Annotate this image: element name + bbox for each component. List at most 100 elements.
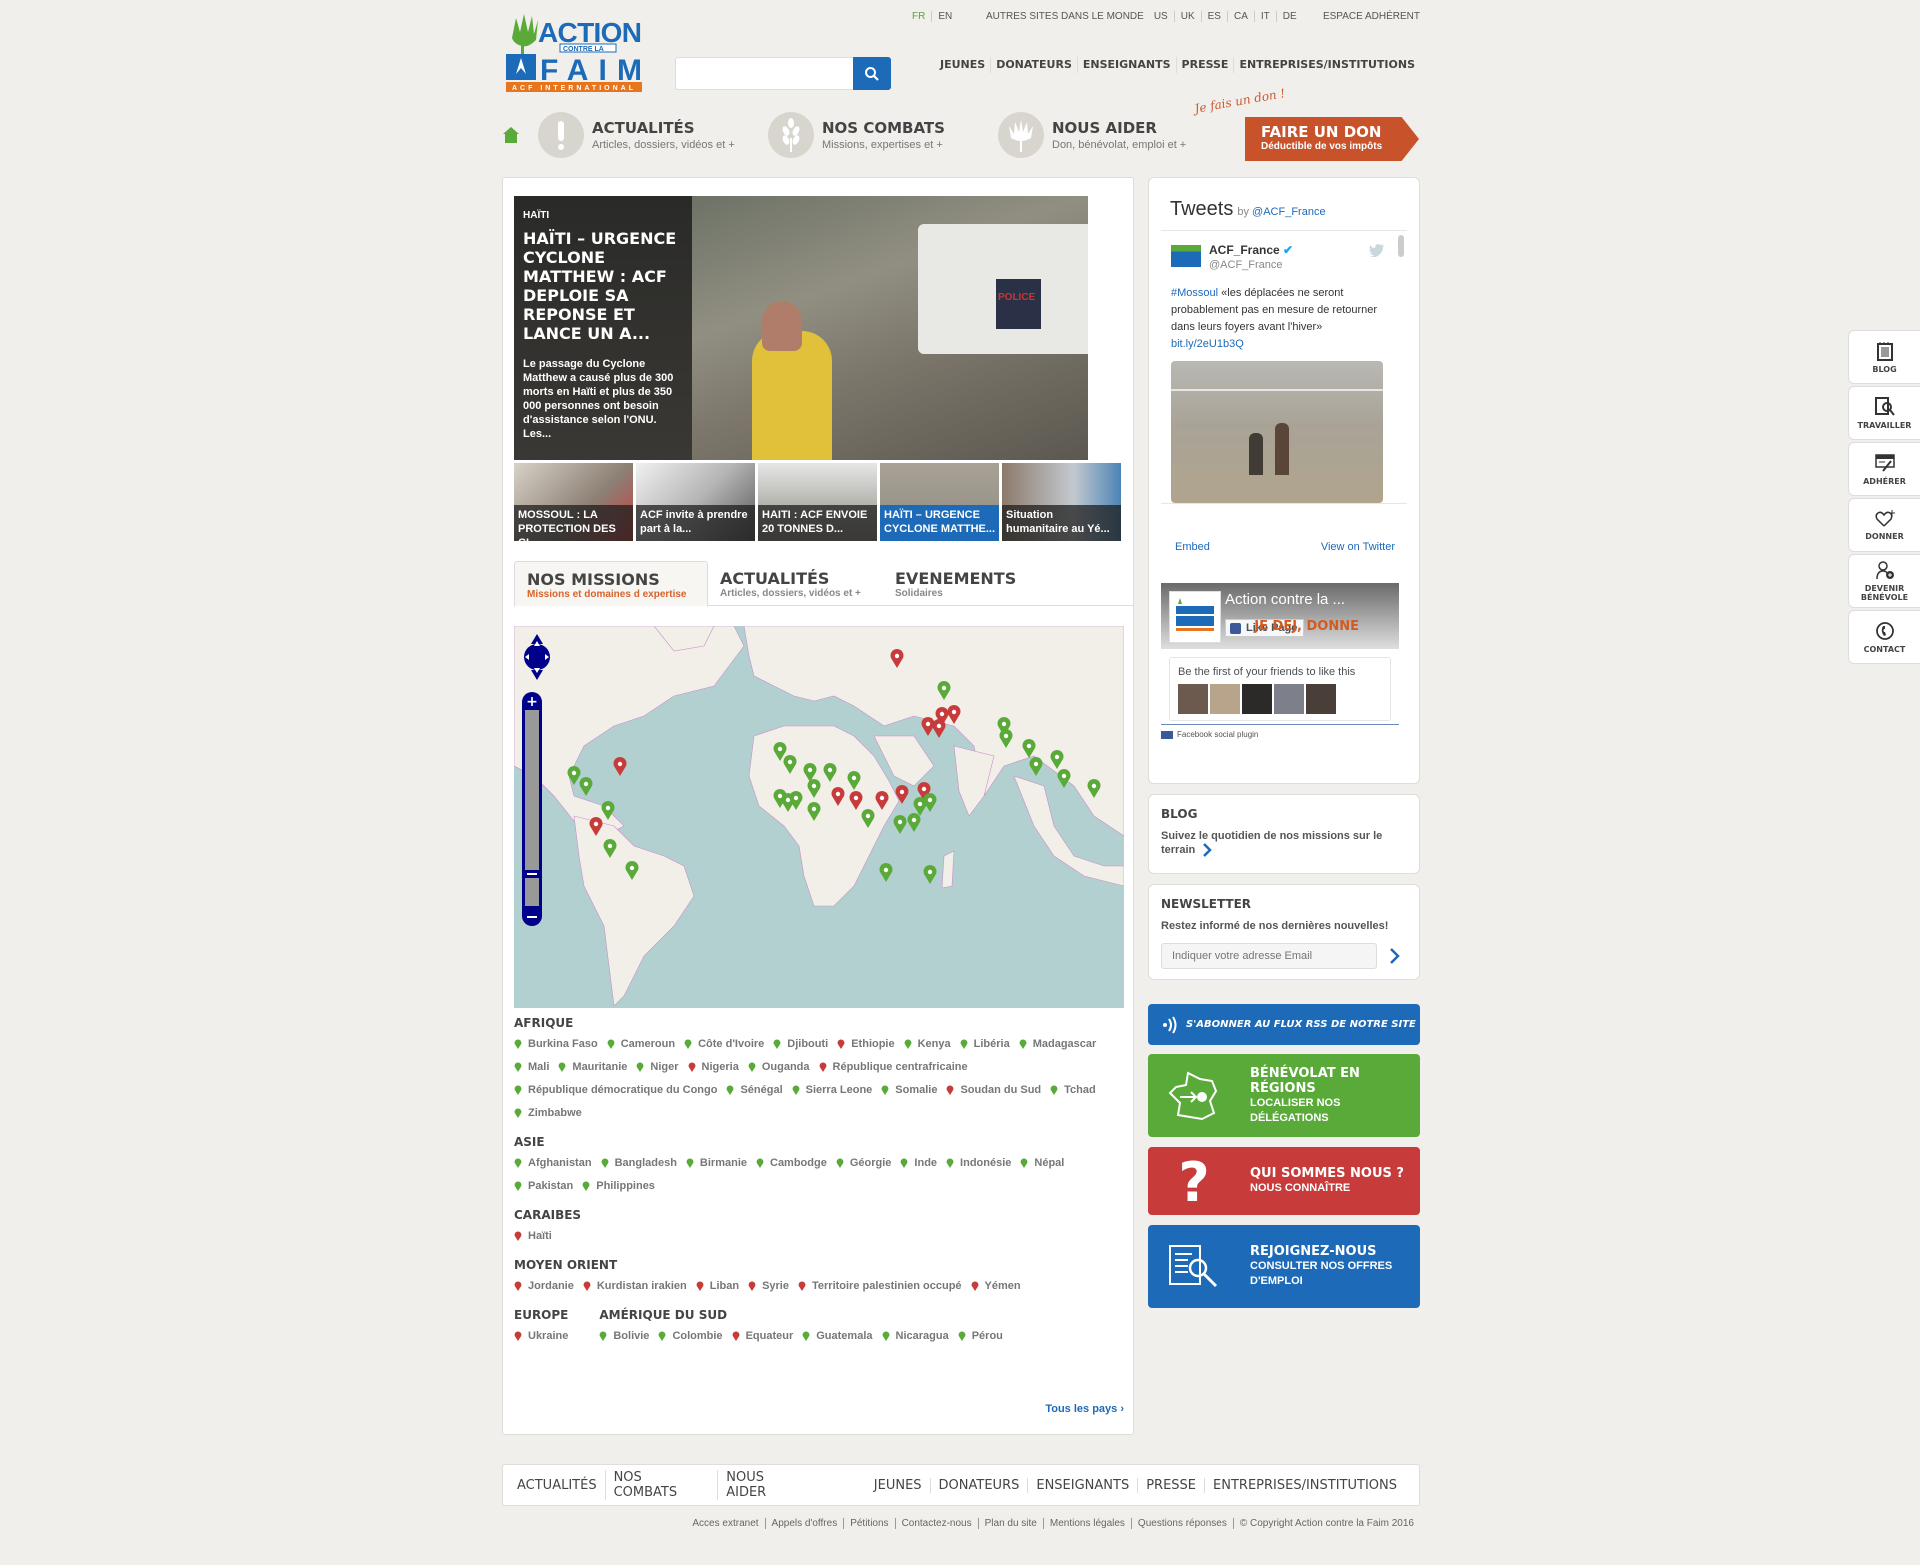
footer-link-entreprises[interactable]: ENTREPRISES/INSTITUTIONS bbox=[1204, 1477, 1405, 1493]
tweet-image[interactable] bbox=[1171, 361, 1383, 503]
country-link[interactable]: Somalie bbox=[881, 1082, 937, 1098]
country-link[interactable]: Liban bbox=[696, 1278, 739, 1294]
country-link[interactable]: Djibouti bbox=[773, 1036, 828, 1052]
country-link[interactable]: Géorgie bbox=[836, 1155, 891, 1171]
country-link[interactable]: Niger bbox=[636, 1059, 679, 1075]
qui-sommes-nous-button[interactable]: ? QUI SOMMES NOUS ? NOUS CONNAÎTRE bbox=[1148, 1147, 1420, 1215]
map-marker-emergency[interactable] bbox=[831, 787, 845, 806]
float-donner[interactable]: DONNER bbox=[1848, 498, 1920, 552]
country-link[interactable]: Bangladesh bbox=[601, 1155, 677, 1171]
chevron-right-icon[interactable] bbox=[1202, 843, 1213, 857]
map-marker-emergency[interactable] bbox=[895, 785, 909, 804]
pan-control[interactable] bbox=[520, 632, 554, 682]
country-link[interactable]: Mali bbox=[514, 1059, 549, 1075]
map-marker-mission[interactable] bbox=[1022, 739, 1036, 758]
legal-link[interactable]: Acces extranet bbox=[686, 1518, 764, 1529]
footer-link-donateurs[interactable]: DONATEURS bbox=[929, 1477, 1028, 1493]
float-travailler[interactable]: TRAVAILLER bbox=[1848, 386, 1920, 440]
home-link[interactable] bbox=[502, 126, 520, 144]
search-input[interactable] bbox=[675, 57, 853, 90]
country-link[interactable]: Mauritanie bbox=[558, 1059, 627, 1075]
thumbnail[interactable]: HAITI : ACF ENVOIE 20 TONNES D... bbox=[758, 463, 877, 541]
tweet-hashtag[interactable]: #Mossoul bbox=[1171, 287, 1218, 299]
nav-entreprises[interactable]: ENTREPRISES/INSTITUTIONS bbox=[1233, 57, 1420, 73]
country-link[interactable]: Yémen bbox=[971, 1278, 1021, 1294]
country-link[interactable]: Ouganda bbox=[748, 1059, 810, 1075]
map-marker-mission[interactable] bbox=[1057, 769, 1071, 788]
float-devenir-benevole[interactable]: DEVENIR BÉNÉVOLE bbox=[1848, 554, 1920, 608]
tab-actualites[interactable]: ACTUALITÉS Articles, dossiers, vidéos et… bbox=[708, 561, 873, 606]
map-marker-mission[interactable] bbox=[923, 865, 937, 884]
thumbnail[interactable]: ACF invite à prendre part à la... bbox=[636, 463, 755, 541]
rejoignez-nous-button[interactable]: REJOIGNEZ-NOUS CONSULTER NOS OFFRES D'EMP… bbox=[1148, 1225, 1420, 1308]
facebook-page-image[interactable] bbox=[1169, 591, 1221, 643]
float-contact[interactable]: CONTACT bbox=[1848, 610, 1920, 664]
country-link[interactable]: Territoire palestinien occupé bbox=[798, 1278, 962, 1294]
country-link[interactable]: Cambodge bbox=[756, 1155, 827, 1171]
map-marker-mission[interactable] bbox=[625, 861, 639, 880]
map-marker-mission[interactable] bbox=[567, 766, 581, 785]
thumbnail[interactable]: HAÏTI – URGENCE CYCLONE MATTHE... bbox=[880, 463, 999, 541]
country-link[interactable]: Zimbabwe bbox=[514, 1105, 582, 1121]
tab-nos-missions[interactable]: NOS MISSIONS Missions et domaines d expe… bbox=[514, 561, 708, 607]
map-marker-mission[interactable] bbox=[999, 729, 1013, 748]
tweet-avatar[interactable] bbox=[1171, 245, 1201, 267]
friend-avatar[interactable] bbox=[1242, 684, 1272, 714]
footer-link-enseignants[interactable]: ENSEIGNANTS bbox=[1027, 1477, 1137, 1493]
tweet-link[interactable]: bit.ly/2eU1b3Q bbox=[1171, 338, 1244, 350]
legal-link[interactable]: Mentions légales bbox=[1042, 1518, 1131, 1529]
logo[interactable]: ACTION CONTRE LA FAIM ACF INTERNATIONAL bbox=[502, 10, 646, 94]
map-marker-mission[interactable] bbox=[879, 863, 893, 882]
map-marker-mission[interactable] bbox=[937, 681, 951, 700]
float-adherer[interactable]: ADHÉRER bbox=[1848, 442, 1920, 496]
footer-link-nos-combats[interactable]: NOS COMBATS bbox=[604, 1470, 718, 1500]
country-link[interactable]: Ukraine bbox=[514, 1328, 568, 1344]
lang-en[interactable]: EN bbox=[932, 11, 958, 22]
facebook-page-name[interactable]: Action contre la ... bbox=[1225, 591, 1345, 608]
blog-box[interactable]: BLOG Suivez le quotidien de nos missions… bbox=[1148, 794, 1420, 874]
country-link[interactable]: Nigeria bbox=[688, 1059, 739, 1075]
tweet-feed[interactable]: ACF_France ✔ @ACF_France #Mossoul «les d… bbox=[1161, 230, 1407, 504]
donate-button[interactable]: FAIRE UN DON Déductible de vos impôts bbox=[1245, 117, 1419, 161]
missions-map[interactable]: + bbox=[514, 626, 1124, 1008]
all-countries-link[interactable]: Tous les pays › bbox=[1045, 1403, 1124, 1415]
map-marker-emergency[interactable] bbox=[589, 817, 603, 836]
country-link[interactable]: Indonésie bbox=[946, 1155, 1011, 1171]
map-marker-emergency[interactable] bbox=[890, 649, 904, 668]
country-link[interactable]: Inde bbox=[900, 1155, 937, 1171]
friend-avatar[interactable] bbox=[1210, 684, 1240, 714]
map-marker-mission[interactable] bbox=[601, 801, 615, 820]
legal-link[interactable]: Pétitions bbox=[843, 1518, 894, 1529]
country-link[interactable]: Jordanie bbox=[514, 1278, 574, 1294]
nav-nous-aider[interactable]: NOUS AIDER Don, bénévolat, emploi et + bbox=[998, 112, 1186, 158]
nav-jeunes[interactable]: JEUNES bbox=[935, 57, 990, 73]
country-link[interactable]: Haïti bbox=[514, 1228, 552, 1244]
friend-avatar[interactable] bbox=[1178, 684, 1208, 714]
country-link[interactable]: République démocratique du Congo bbox=[514, 1082, 717, 1098]
map-marker-emergency[interactable] bbox=[921, 717, 935, 736]
country-link[interactable]: Népal bbox=[1020, 1155, 1064, 1171]
map-marker-emergency[interactable] bbox=[947, 705, 961, 724]
newsletter-submit-chevron-icon[interactable] bbox=[1389, 947, 1401, 965]
map-marker-mission[interactable] bbox=[1087, 779, 1101, 798]
map-marker-mission[interactable] bbox=[847, 771, 861, 790]
view-on-twitter-link[interactable]: View on Twitter bbox=[1321, 541, 1395, 553]
country-link[interactable]: Nicaragua bbox=[882, 1328, 949, 1344]
lang-fr[interactable]: FR bbox=[906, 11, 933, 22]
country-link[interactable]: Philippines bbox=[582, 1178, 655, 1194]
map-marker-emergency[interactable] bbox=[932, 719, 946, 738]
map-marker-mission[interactable] bbox=[923, 793, 937, 812]
site-ca[interactable]: CA bbox=[1228, 11, 1255, 22]
country-link[interactable]: Sénégal bbox=[726, 1082, 783, 1098]
tweet-author[interactable]: ACF_France ✔ bbox=[1209, 243, 1293, 257]
footer-link-jeunes[interactable]: JEUNES bbox=[866, 1478, 930, 1493]
thumbnail[interactable]: Situation humanitaire au Yé... bbox=[1002, 463, 1121, 541]
country-link[interactable]: Ethiopie bbox=[837, 1036, 895, 1052]
map-marker-emergency[interactable] bbox=[875, 791, 889, 810]
country-link[interactable]: Burkina Faso bbox=[514, 1036, 598, 1052]
map-marker-mission[interactable] bbox=[603, 839, 617, 858]
site-it[interactable]: IT bbox=[1255, 11, 1277, 22]
site-uk[interactable]: UK bbox=[1175, 11, 1202, 22]
legal-link[interactable]: Questions réponses bbox=[1130, 1518, 1233, 1529]
float-blog[interactable]: BLOG bbox=[1848, 330, 1920, 384]
